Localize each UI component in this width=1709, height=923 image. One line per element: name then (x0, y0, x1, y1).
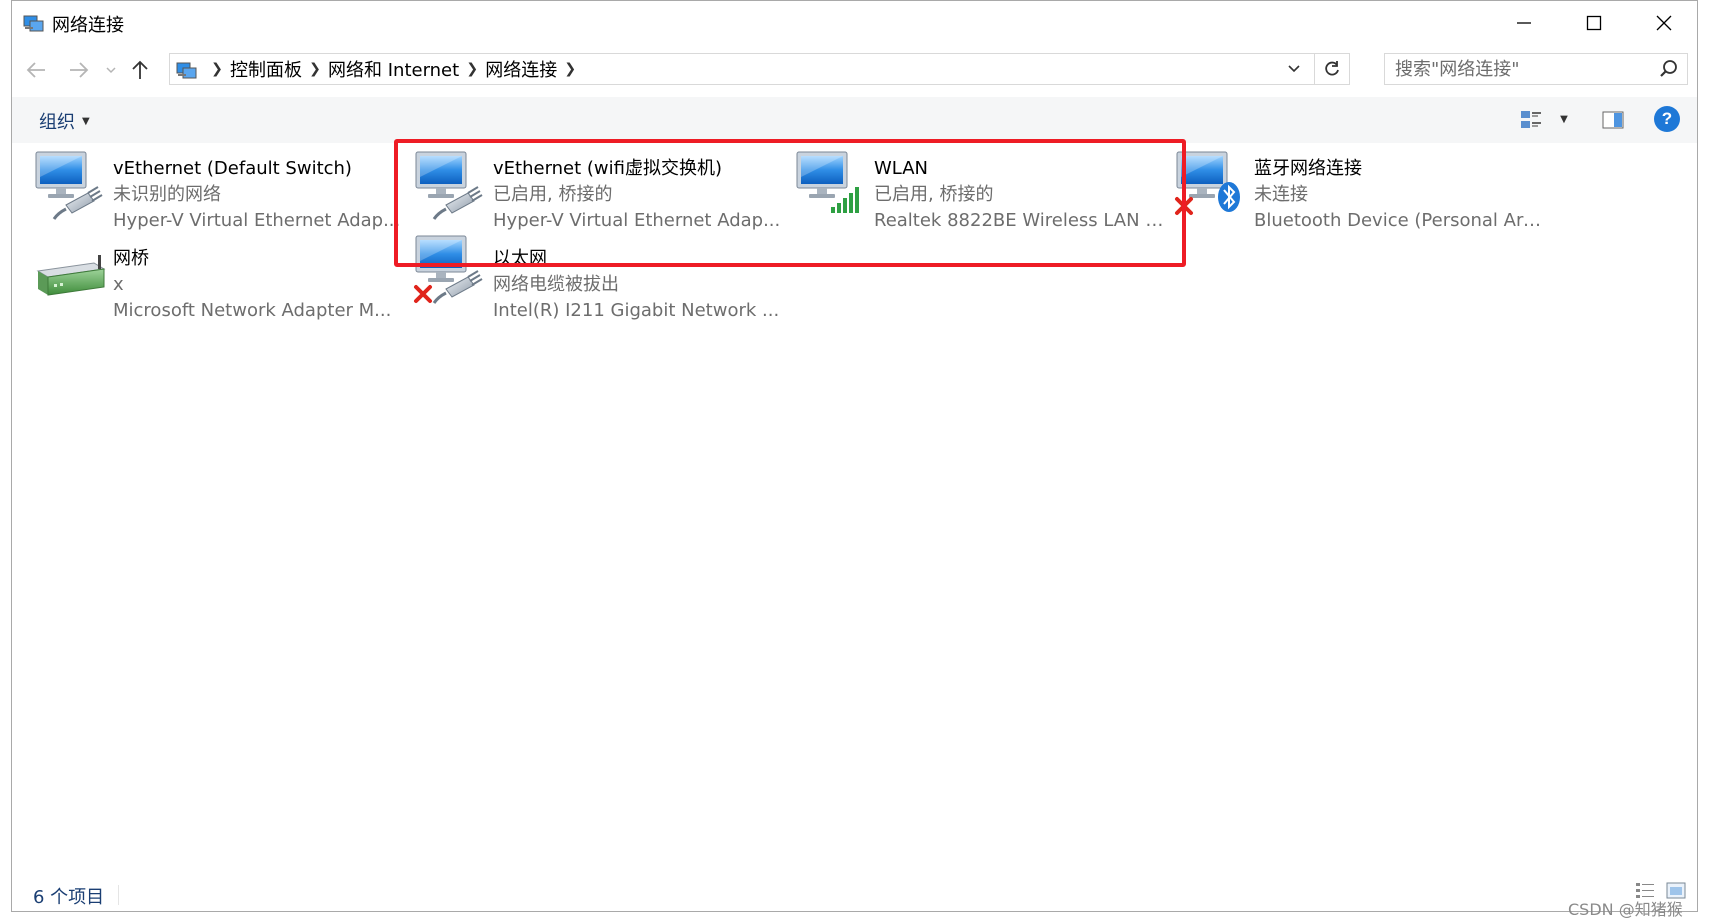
refresh-icon (1325, 61, 1339, 76)
connection-vethernet-wifi-switch[interactable]: vEthernet (wifi虚拟交换机) 已启用, 桥接的 Hyper-V V… (412, 143, 782, 231)
chevron-right-icon[interactable]: ❯ (459, 61, 485, 77)
view-options-dropdown[interactable]: ▼ (1557, 107, 1571, 131)
status-bar: 6 个项目 (12, 875, 1697, 911)
connection-device: Intel(R) I211 Gigabit Network ... (493, 300, 780, 321)
connection-device: Microsoft Network Adapter M... (113, 300, 392, 321)
maximize-button[interactable] (1559, 1, 1629, 45)
signal-bars-icon (831, 187, 859, 213)
title-bar: 网络连接 (12, 1, 1697, 45)
up-button[interactable] (125, 55, 155, 85)
search-input[interactable] (1385, 54, 1655, 84)
ethernet-adapter-icon (414, 235, 484, 305)
address-bar[interactable]: ❯ 控制面板 ❯ 网络和 Internet ❯ 网络连接 ❯ (169, 53, 1350, 85)
maximize-icon (1586, 15, 1602, 31)
connection-status: 已启用, 桥接的 (493, 184, 613, 205)
close-icon (1656, 15, 1672, 31)
breadcrumb-network-internet[interactable]: 网络和 Internet (328, 56, 459, 82)
ethernet-adapter-icon (415, 151, 484, 221)
chevron-down-icon (1288, 65, 1300, 73)
chevron-right-icon[interactable]: ❯ (302, 61, 328, 77)
navigation-bar: ❯ 控制面板 ❯ 网络和 Internet ❯ 网络连接 ❯ (12, 47, 1697, 93)
breadcrumb: ❯ 控制面板 ❯ 网络和 Internet ❯ 网络连接 ❯ (204, 54, 583, 84)
connection-status: 网络电缆被拔出 (493, 274, 619, 295)
arrow-up-icon (132, 60, 148, 79)
chevron-right-icon[interactable]: ❯ (557, 61, 583, 77)
connection-status: 未识别的网络 (113, 184, 221, 205)
connection-status: x (113, 274, 124, 295)
breadcrumb-control-panel[interactable]: 控制面板 (230, 56, 302, 82)
change-view-icon[interactable] (1519, 108, 1543, 132)
network-folder-icon (23, 15, 44, 32)
wifi-adapter-icon (796, 151, 859, 213)
connection-name: 蓝牙网络连接 (1254, 158, 1362, 179)
minimize-button[interactable] (1489, 1, 1559, 45)
caret-down-icon: ▼ (82, 115, 90, 127)
connection-name: vEthernet (Default Switch) (113, 158, 352, 179)
connection-status: 已启用, 桥接的 (874, 184, 994, 205)
connection-device: Hyper-V Virtual Ethernet Adap... (493, 210, 781, 231)
network-folder-icon (176, 62, 197, 79)
search-box[interactable] (1384, 53, 1688, 85)
connection-device: Hyper-V Virtual Ethernet Adap... (113, 210, 401, 231)
organize-menu-button[interactable]: 组织 ▼ (39, 108, 90, 134)
connection-name: WLAN (874, 158, 929, 179)
chevron-down-icon (106, 67, 116, 74)
breadcrumb-network-connections[interactable]: 网络连接 (485, 56, 557, 82)
chevron-right-icon[interactable]: ❯ (204, 61, 230, 77)
connection-name: 网桥 (113, 248, 149, 269)
forward-button[interactable] (64, 55, 94, 85)
arrow-left-icon (26, 62, 45, 78)
status-divider (118, 885, 119, 905)
connection-device: Realtek 8822BE Wireless LAN 8... (874, 210, 1164, 231)
network-connections-window: 网络连接 ❯ 控制面板 ❯ 网络和 Internet ❯ 网络连接 ❯ 搜索"网… (11, 0, 1698, 912)
connection-wlan[interactable]: WLAN 已启用, 桥接的 Realtek 8822BE Wireless LA… (793, 143, 1164, 231)
connection-ethernet[interactable]: 以太网 网络电缆被拔出 Intel(R) I211 Gigabit Networ… (412, 233, 782, 321)
connection-status: 未连接 (1254, 184, 1308, 205)
back-button[interactable] (21, 55, 51, 85)
csdn-watermark: CSDN @知猪猴 (1568, 900, 1683, 919)
arrow-right-icon (70, 62, 89, 78)
command-bar: 组织 ▼ ▼ ? (12, 97, 1697, 143)
ethernet-adapter-icon (35, 151, 104, 221)
network-bridge-icon (36, 255, 106, 296)
preview-pane-icon[interactable] (1601, 108, 1625, 132)
refresh-button[interactable] (1314, 54, 1349, 84)
help-button[interactable]: ? (1654, 106, 1680, 132)
window-title: 网络连接 (52, 15, 124, 36)
connection-vethernet-default-switch[interactable]: vEthernet (Default Switch) 未识别的网络 Hyper-… (32, 143, 402, 231)
connection-name: vEthernet (wifi虚拟交换机) (493, 158, 723, 179)
minimize-icon (1517, 22, 1531, 24)
connection-bluetooth[interactable]: 蓝牙网络连接 未连接 Bluetooth Device (Personal Ar… (1173, 143, 1544, 231)
organize-label: 组织 (39, 112, 75, 133)
recent-locations-button[interactable] (96, 55, 126, 85)
address-history-button[interactable] (1283, 54, 1305, 84)
connection-network-bridge[interactable]: 网桥 x Microsoft Network Adapter M... (32, 233, 402, 321)
bluetooth-adapter-icon (1175, 151, 1240, 215)
close-button[interactable] (1629, 1, 1699, 45)
search-icon[interactable] (1659, 59, 1679, 79)
connection-device: Bluetooth Device (Personal Are... (1254, 210, 1544, 231)
item-count: 6 个项目 (33, 887, 105, 908)
bluetooth-icon (1218, 182, 1240, 212)
connections-list: vEthernet (Default Switch) 未识别的网络 Hyper-… (12, 143, 1697, 863)
connection-name: 以太网 (493, 248, 547, 269)
